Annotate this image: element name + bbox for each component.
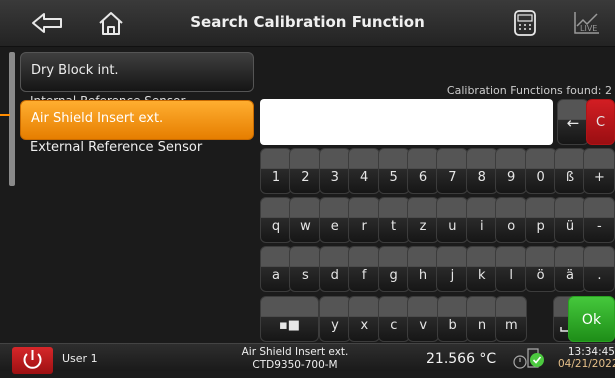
key-2[interactable]: e bbox=[318, 197, 351, 243]
key-0[interactable]: q bbox=[260, 197, 292, 243]
instrument-name: Air Shield Insert ext. bbox=[241, 346, 349, 358]
search-input[interactable] bbox=[260, 99, 553, 145]
key-6[interactable]: u bbox=[436, 197, 469, 243]
calculator-icon[interactable] bbox=[508, 8, 542, 38]
key-1[interactable]: x bbox=[348, 296, 381, 342]
key-3[interactable]: 4 bbox=[348, 148, 381, 194]
key-6[interactable]: m bbox=[495, 296, 528, 342]
key-1[interactable]: s bbox=[289, 246, 322, 292]
time-text: 13:34:45 bbox=[567, 346, 615, 358]
top-bar: Search Calibration Function LIVE bbox=[0, 0, 615, 47]
key-2[interactable]: d bbox=[318, 246, 351, 292]
list-item[interactable]: Dry Block int. bbox=[20, 52, 254, 92]
key-10[interactable]: ß bbox=[554, 148, 586, 194]
list-item-selected[interactable]: Air Shield Insert ext. bbox=[20, 100, 254, 140]
key-7[interactable]: 8 bbox=[465, 148, 498, 194]
instrument-model: CTD9350-700-M bbox=[252, 359, 338, 371]
stable-status-icon bbox=[513, 348, 544, 369]
date-text: 04/21/2022 bbox=[558, 358, 615, 370]
key-10[interactable]: ä bbox=[554, 246, 586, 292]
key-0[interactable]: y bbox=[319, 296, 351, 342]
key-2[interactable]: c bbox=[377, 296, 410, 342]
key-0[interactable]: 1 bbox=[260, 148, 292, 194]
key-1[interactable]: w bbox=[289, 197, 322, 243]
clock: 13:34:45 04/21/2022 bbox=[558, 346, 615, 370]
key-9[interactable]: 0 bbox=[524, 148, 557, 194]
backspace-button[interactable]: ← bbox=[557, 99, 589, 145]
key-11[interactable]: . bbox=[583, 246, 615, 292]
key-8[interactable]: l bbox=[495, 246, 528, 292]
key-8[interactable]: o bbox=[495, 197, 528, 243]
key-11[interactable]: + bbox=[583, 148, 615, 194]
key-4[interactable]: b bbox=[436, 296, 469, 342]
key-10[interactable]: ü bbox=[554, 197, 586, 243]
key-9[interactable]: ö bbox=[524, 246, 557, 292]
key-7[interactable]: i bbox=[465, 197, 498, 243]
list-item[interactable]: External Reference Sensor bbox=[20, 140, 254, 164]
key-11[interactable]: - bbox=[583, 197, 615, 243]
key-4[interactable]: g bbox=[377, 246, 410, 292]
key-7[interactable]: k bbox=[465, 246, 498, 292]
ok-button[interactable]: Ok bbox=[568, 296, 615, 342]
key-9[interactable]: p bbox=[524, 197, 557, 243]
temperature-readout: 21.566 °C bbox=[426, 351, 497, 367]
active-instrument: Air Shield Insert ext. CTD9350-700-M bbox=[230, 346, 360, 372]
list-scrollbar[interactable] bbox=[9, 52, 15, 186]
status-bar: User 1 Air Shield Insert ext. CTD9350-70… bbox=[0, 343, 615, 374]
key-5[interactable]: z bbox=[407, 197, 439, 243]
key-5[interactable]: 6 bbox=[407, 148, 439, 194]
functions-found-text: Calibration Functions found: 2 bbox=[446, 84, 612, 97]
key-0[interactable]: a bbox=[260, 246, 292, 292]
key-3[interactable]: v bbox=[407, 296, 440, 342]
live-label: LIVE bbox=[580, 24, 597, 33]
key-5[interactable]: h bbox=[407, 246, 439, 292]
shift-key[interactable]: ▪■ bbox=[260, 296, 319, 342]
key-5[interactable]: n bbox=[466, 296, 498, 342]
selection-marker bbox=[0, 114, 10, 116]
key-2[interactable]: 3 bbox=[318, 148, 351, 194]
key-3[interactable]: f bbox=[348, 246, 381, 292]
clear-button[interactable]: C bbox=[586, 99, 615, 145]
key-6[interactable]: 7 bbox=[436, 148, 469, 194]
key-8[interactable]: 9 bbox=[495, 148, 528, 194]
key-4[interactable]: 5 bbox=[377, 148, 410, 194]
key-6[interactable]: j bbox=[436, 246, 469, 292]
key-1[interactable]: 2 bbox=[289, 148, 322, 194]
key-3[interactable]: r bbox=[348, 197, 381, 243]
live-chart-icon[interactable]: LIVE bbox=[569, 8, 603, 38]
key-4[interactable]: t bbox=[377, 197, 410, 243]
user-label: User 1 bbox=[62, 352, 98, 365]
